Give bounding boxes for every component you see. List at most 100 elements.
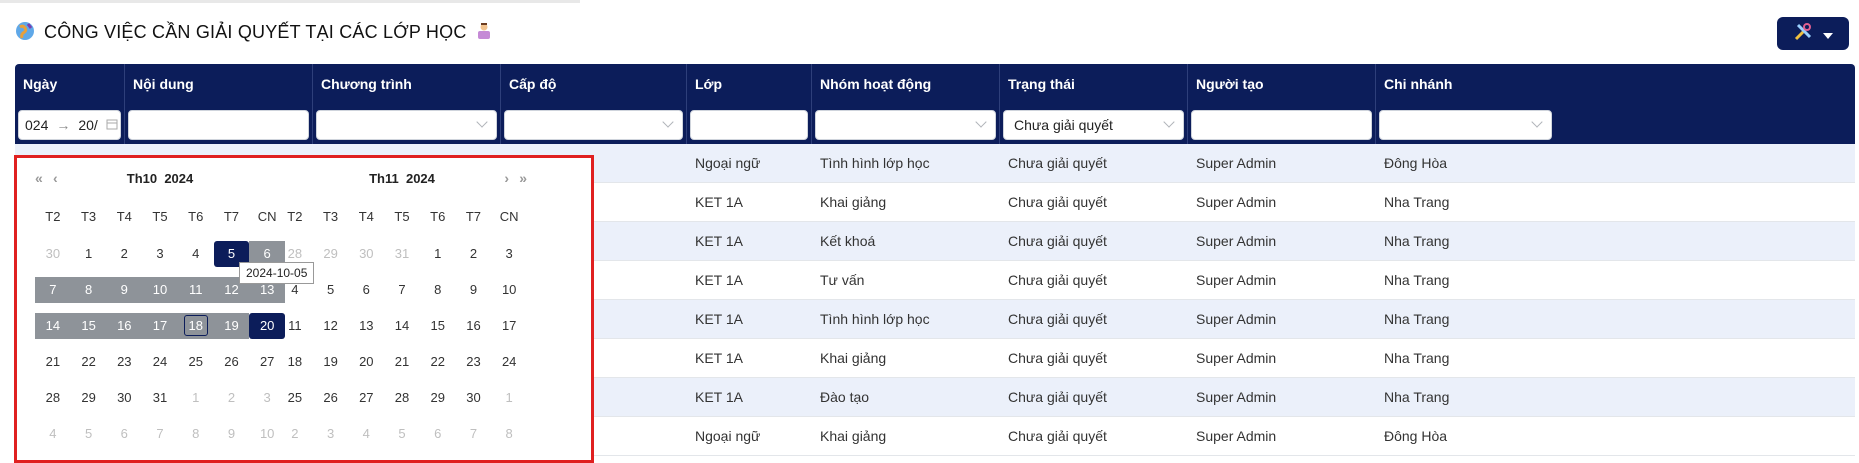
date-start-input[interactable]: 024	[25, 117, 48, 133]
calendar-day[interactable]: 10	[491, 277, 527, 303]
calendar-day[interactable]: 23	[106, 349, 142, 375]
calendar-day[interactable]: 4	[348, 421, 384, 447]
calendar-day[interactable]: 16	[106, 313, 143, 339]
col-header-status[interactable]: Trạng thái	[1000, 64, 1188, 104]
calendar-day[interactable]: 1	[71, 241, 107, 267]
calendar-day[interactable]: 30	[106, 385, 142, 411]
tools-dropdown-button[interactable]	[1777, 17, 1849, 50]
year-label[interactable]: 2024	[406, 171, 435, 186]
calendar-day[interactable]: 17	[142, 313, 178, 339]
calendar-day[interactable]: 14	[384, 313, 420, 339]
year-label[interactable]: 2024	[164, 171, 193, 186]
calendar-day[interactable]: 3	[313, 421, 349, 447]
calendar-day[interactable]: 31	[384, 241, 420, 267]
calendar-day[interactable]: 22	[71, 349, 107, 375]
calendar-day[interactable]: 6	[420, 421, 456, 447]
col-header-class[interactable]: Lớp	[687, 64, 812, 104]
calendar-day[interactable]: 9	[106, 277, 143, 303]
calendar-day[interactable]: 1	[178, 385, 214, 411]
calendar-day[interactable]: 29	[71, 385, 107, 411]
calendar-day[interactable]: 7	[35, 277, 71, 303]
level-filter-select[interactable]	[504, 110, 683, 140]
calendar-day[interactable]: 2	[214, 385, 250, 411]
calendar-day[interactable]: 18	[277, 349, 313, 375]
calendar-day[interactable]: 6	[106, 421, 142, 447]
calendar-day[interactable]: 27	[348, 385, 384, 411]
calendar-day[interactable]: 28	[384, 385, 420, 411]
calendar-day[interactable]: 29	[420, 385, 456, 411]
calendar-day[interactable]: 31	[142, 385, 178, 411]
calendar-day[interactable]: 8	[420, 277, 456, 303]
month-label[interactable]: Th11	[369, 171, 399, 186]
content-filter-input[interactable]	[128, 110, 309, 140]
calendar-day[interactable]: 15	[70, 313, 107, 339]
calendar-day[interactable]: 21	[384, 349, 420, 375]
col-header-creator[interactable]: Người tạo	[1188, 64, 1376, 104]
calendar-day[interactable]: 19	[213, 313, 250, 339]
calendar-day[interactable]: 12	[313, 313, 349, 339]
double-chevron-right-icon[interactable]: »	[519, 170, 527, 186]
date-end-input[interactable]: 20/	[78, 117, 97, 133]
calendar-day[interactable]: 13	[348, 313, 384, 339]
calendar-day[interactable]: 1	[491, 385, 527, 411]
calendar-day[interactable]: 6	[348, 277, 384, 303]
calendar-day[interactable]: 19	[313, 349, 349, 375]
activity-group-filter-select[interactable]	[815, 110, 996, 140]
calendar-day[interactable]: 21	[35, 349, 71, 375]
col-header-date[interactable]: Ngày	[15, 64, 125, 104]
calendar-day[interactable]: 16	[456, 313, 492, 339]
calendar-day[interactable]: 15	[420, 313, 456, 339]
calendar-day[interactable]: 23	[456, 349, 492, 375]
calendar-day[interactable]: 25	[277, 385, 313, 411]
calendar-day[interactable]: 5	[384, 421, 420, 447]
calendar-day[interactable]: 30	[456, 385, 492, 411]
calendar-day[interactable]: 20	[348, 349, 384, 375]
calendar-day[interactable]: 3	[491, 241, 527, 267]
branch-filter-select[interactable]	[1379, 110, 1552, 140]
calendar-day[interactable]: 3	[142, 241, 178, 267]
calendar-day[interactable]: 28	[35, 385, 71, 411]
calendar-day[interactable]: 24	[142, 349, 178, 375]
double-chevron-left-icon[interactable]: «	[35, 170, 43, 186]
calendar-day[interactable]: 24	[491, 349, 527, 375]
calendar-day[interactable]: 8	[491, 421, 527, 447]
calendar-day[interactable]: 10	[142, 277, 178, 303]
calendar-day[interactable]: 4	[35, 421, 71, 447]
calendar-day[interactable]: 9	[456, 277, 492, 303]
calendar-day[interactable]: 29	[313, 241, 349, 267]
calendar-day[interactable]: 8	[70, 277, 107, 303]
calendar-day[interactable]: 8	[178, 421, 214, 447]
calendar-day[interactable]: 9	[214, 421, 250, 447]
chevron-right-icon[interactable]: ›	[504, 170, 509, 186]
calendar-day[interactable]: 2	[277, 421, 313, 447]
calendar-day[interactable]: 4	[178, 241, 214, 267]
calendar-day[interactable]: 14	[35, 313, 71, 339]
chevron-left-icon[interactable]: ‹	[53, 170, 58, 186]
calendar-day[interactable]: 26	[214, 349, 250, 375]
calendar-day[interactable]: 2	[456, 241, 492, 267]
calendar-day[interactable]: 30	[35, 241, 71, 267]
calendar-day[interactable]: 26	[313, 385, 349, 411]
col-header-level[interactable]: Cấp độ	[501, 64, 687, 104]
calendar-day[interactable]: 22	[420, 349, 456, 375]
class-filter-input[interactable]	[690, 110, 808, 140]
program-filter-select[interactable]	[316, 110, 497, 140]
creator-filter-input[interactable]	[1191, 110, 1372, 140]
calendar-day[interactable]: 5	[71, 421, 107, 447]
col-header-program[interactable]: Chương trình	[313, 64, 501, 104]
calendar-day[interactable]: 11	[277, 313, 313, 339]
calendar-day[interactable]: 17	[491, 313, 527, 339]
date-range-filter[interactable]: 024 → 20/	[18, 110, 121, 140]
calendar-day[interactable]: 1	[420, 241, 456, 267]
calendar-day[interactable]: 7	[384, 277, 420, 303]
calendar-day[interactable]: 18	[177, 313, 214, 339]
calendar-day[interactable]: 5	[313, 277, 349, 303]
calendar-day[interactable]: 7	[142, 421, 178, 447]
month-label[interactable]: Th10	[127, 171, 157, 186]
calendar-day[interactable]: 11	[177, 277, 214, 303]
col-header-activity-group[interactable]: Nhóm hoạt động	[812, 64, 1000, 104]
col-header-branch[interactable]: Chi nhánh	[1376, 64, 1555, 104]
calendar-day[interactable]: 30	[348, 241, 384, 267]
col-header-content[interactable]: Nội dung	[125, 64, 313, 104]
calendar-day[interactable]: 25	[178, 349, 214, 375]
